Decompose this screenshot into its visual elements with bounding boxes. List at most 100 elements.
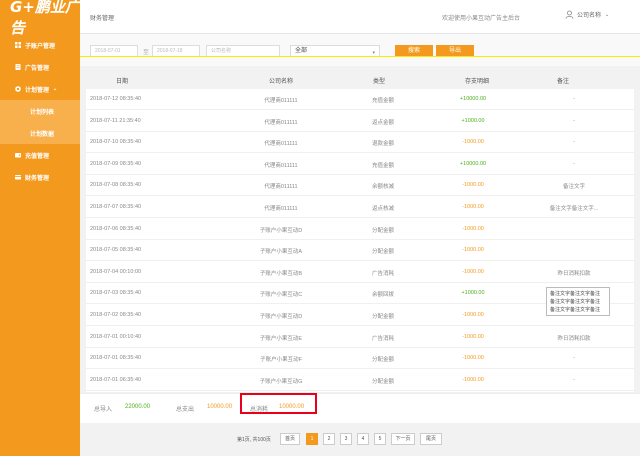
company-name: 公司名称 xyxy=(577,13,602,19)
cell-company: 子账户小果互动D xyxy=(259,314,303,320)
column-header-company: 公司名称 xyxy=(269,79,294,85)
plan-icon xyxy=(15,86,21,92)
cell-type: 返点金额 xyxy=(371,119,394,126)
sidebar-item-finance[interactable]: 财务管理 xyxy=(0,166,80,188)
cell-note: 备注文字备注文字... xyxy=(549,206,599,212)
column-header-note: 备注 xyxy=(557,79,570,85)
wallet-icon xyxy=(15,152,21,158)
cell-company: 代理商011111 xyxy=(264,119,298,126)
cell-note: - xyxy=(573,355,575,362)
table-row: 2018-07-12 08:35:40 代理商011111 充值金额 +10000.0… xyxy=(86,89,634,110)
cell-company: 子账户小果互动D xyxy=(259,227,303,234)
cell-type: 分配金额 xyxy=(371,227,394,234)
cell-company: 子账户小果互动C xyxy=(259,292,303,299)
table-row: 2018-07-01 00:10:40 子账户小果互动E 广告消耗 -1000.00 昨… xyxy=(86,327,634,348)
expense-value: 10000.00 xyxy=(207,404,233,410)
column-header-type: 类型 xyxy=(373,79,386,85)
cell-date: 2018-07-10 08:35:40 xyxy=(90,139,142,146)
cell-amount: -1000.00 xyxy=(462,333,484,340)
table-row: 2018-07-09 08:35:40 代理商011111 充值金额 +10000.0… xyxy=(86,154,634,175)
income-value: 22000.00 xyxy=(125,404,151,410)
pagination: 第1页, 共100页 首页 1 2 3 4 5 下一页 尾页 xyxy=(80,424,640,456)
highlight-box xyxy=(240,393,317,414)
income-label: 总导入 xyxy=(94,407,113,413)
sidebar-item-label: 充值管理 xyxy=(25,153,50,160)
page-button-2[interactable]: 2 xyxy=(323,433,335,445)
header: 财务管理 欢迎使用小果互动广告主后台 公司名称 ⌄ xyxy=(80,0,640,34)
date-separator: 至 xyxy=(143,50,150,56)
cell-amount: +1000.00 xyxy=(461,290,485,297)
cell-note: - xyxy=(573,139,575,146)
cell-date: 2018-07-04 00:10:00 xyxy=(90,268,142,275)
column-header-date: 日期 xyxy=(116,79,129,85)
cell-date: 2018-07-09 08:35:40 xyxy=(90,160,142,167)
welcome-text: 欢迎使用小果互动广告主后台 xyxy=(442,16,521,22)
tooltip-line: 备注文字备注文字备注 xyxy=(550,291,601,297)
cell-amount: -1000.00 xyxy=(462,355,484,362)
sidebar-item-plans[interactable]: 计划管理 ⌄ xyxy=(0,78,80,100)
sidebar-item-plan-data[interactable]: 计划数据 xyxy=(0,122,80,144)
finance-table: 日期 公司名称 类型 存支明细 备注 2018-07-12 08:35:40 代理… xyxy=(86,70,634,392)
chevron-down-icon: ⌄ xyxy=(605,11,610,18)
cell-company: 代理商011111 xyxy=(264,162,298,169)
cell-amount: -1000.00 xyxy=(462,182,484,189)
cell-company: 子账户小果互动A xyxy=(259,249,303,256)
grid-icon xyxy=(15,42,21,48)
cell-note: - xyxy=(573,376,575,383)
cell-amount: -1000.00 xyxy=(462,268,484,275)
sidebar-item-recharge[interactable]: 充值管理 xyxy=(0,144,80,166)
type-select-value: 全部 xyxy=(295,48,308,54)
cell-amount: -1000.00 xyxy=(462,139,484,146)
next-page-button[interactable]: 下一页 xyxy=(391,433,415,445)
first-page-button[interactable]: 首页 xyxy=(280,433,300,445)
cell-company: 代理商011111 xyxy=(264,98,298,104)
cell-date: 2018-07-08 08:35:40 xyxy=(90,182,142,189)
cell-note: 昨日消耗扣款 xyxy=(557,335,591,342)
table-row: 2018-07-01 06:35:40 子账户小果互动G 分配金额 -1000.00 - xyxy=(86,370,634,391)
cell-note: - xyxy=(573,160,575,167)
page-button-3[interactable]: 3 xyxy=(340,433,352,445)
summary-bar: 总导入 22000.00 总支出 10000.00 总消耗 10000.00 xyxy=(80,393,640,423)
cell-date: 2018-07-05 08:35:40 xyxy=(90,247,142,254)
cell-amount: -1000.00 xyxy=(462,247,484,254)
cell-type: 退款金额 xyxy=(371,141,394,148)
cell-amount: +10000.00 xyxy=(459,96,487,102)
page-button-1[interactable]: 1 xyxy=(306,433,318,445)
cell-amount: +1000.00 xyxy=(461,117,485,124)
sidebar-item-plan-list[interactable]: 计划列表 xyxy=(0,100,80,122)
last-page-button[interactable]: 尾页 xyxy=(420,433,442,445)
cell-company: 子账户小果互动E xyxy=(259,335,303,342)
cell-note: - xyxy=(573,117,575,124)
page-title: 财务管理 xyxy=(90,16,115,22)
page-button-4[interactable]: 4 xyxy=(357,433,369,445)
cell-date: 2018-07-06 08:35:40 xyxy=(90,225,142,232)
cell-date: 2018-07-01 00:10:40 xyxy=(90,333,142,340)
sidebar-item-label: 广告管理 xyxy=(25,65,50,72)
cell-type: 分配金额 xyxy=(371,314,394,320)
table-row: 2018-07-08 08:35:40 代理商011111 余额核减 -1000.00… xyxy=(86,175,634,197)
sidebar-item-ads[interactable]: 广告管理 xyxy=(0,56,80,78)
finance-icon xyxy=(15,174,21,180)
cell-amount: +10000.00 xyxy=(459,160,487,167)
table-row: 2018-07-07 08:35:40 代理商011111 返点核减 -1000.00… xyxy=(86,197,634,218)
table-row: 2018-07-01 08:35:40 子账户小果互动F 分配金额 -1000.00 - xyxy=(86,348,634,370)
tooltip-line: 备注文字备注文字备注 xyxy=(550,299,601,305)
cell-amount: -1000.00 xyxy=(462,225,484,232)
page-button-5[interactable]: 5 xyxy=(374,433,386,445)
cell-date: 2018-07-02 08:35:40 xyxy=(90,312,142,318)
chevron-down-icon: ⌄ xyxy=(53,86,58,92)
table-row: 2018-07-05 08:35:40 子账户小果互动A 分配金额 -1000.00 xyxy=(86,240,634,262)
table-row: 2018-07-06 08:35:40 子账户小果互动D 分配金额 -1000.00 xyxy=(86,219,634,240)
cell-amount: -1000.00 xyxy=(462,204,484,210)
cell-type: 余额核减 xyxy=(371,184,394,191)
cell-company: 子账户小果互动G xyxy=(259,378,303,385)
table-row: 2018-07-11 21:35:40 代理商011111 返点金额 +1000.00… xyxy=(86,111,634,132)
logo: G+鹏业广告 xyxy=(10,0,80,37)
table-row: 2018-07-10 08:35:40 代理商011111 退款金额 -1000.00… xyxy=(86,132,634,154)
cell-type: 分配金额 xyxy=(371,357,394,364)
company-menu[interactable]: 公司名称 ⌄ xyxy=(565,10,609,19)
user-icon xyxy=(565,10,574,19)
table-row: 2018-07-04 00:10:00 子账户小果互动B 广告消耗 -1000.00 昨… xyxy=(86,262,634,283)
sidebar-item-label: 子账户管理 xyxy=(25,43,56,50)
cell-type: 广告消耗 xyxy=(371,335,394,342)
